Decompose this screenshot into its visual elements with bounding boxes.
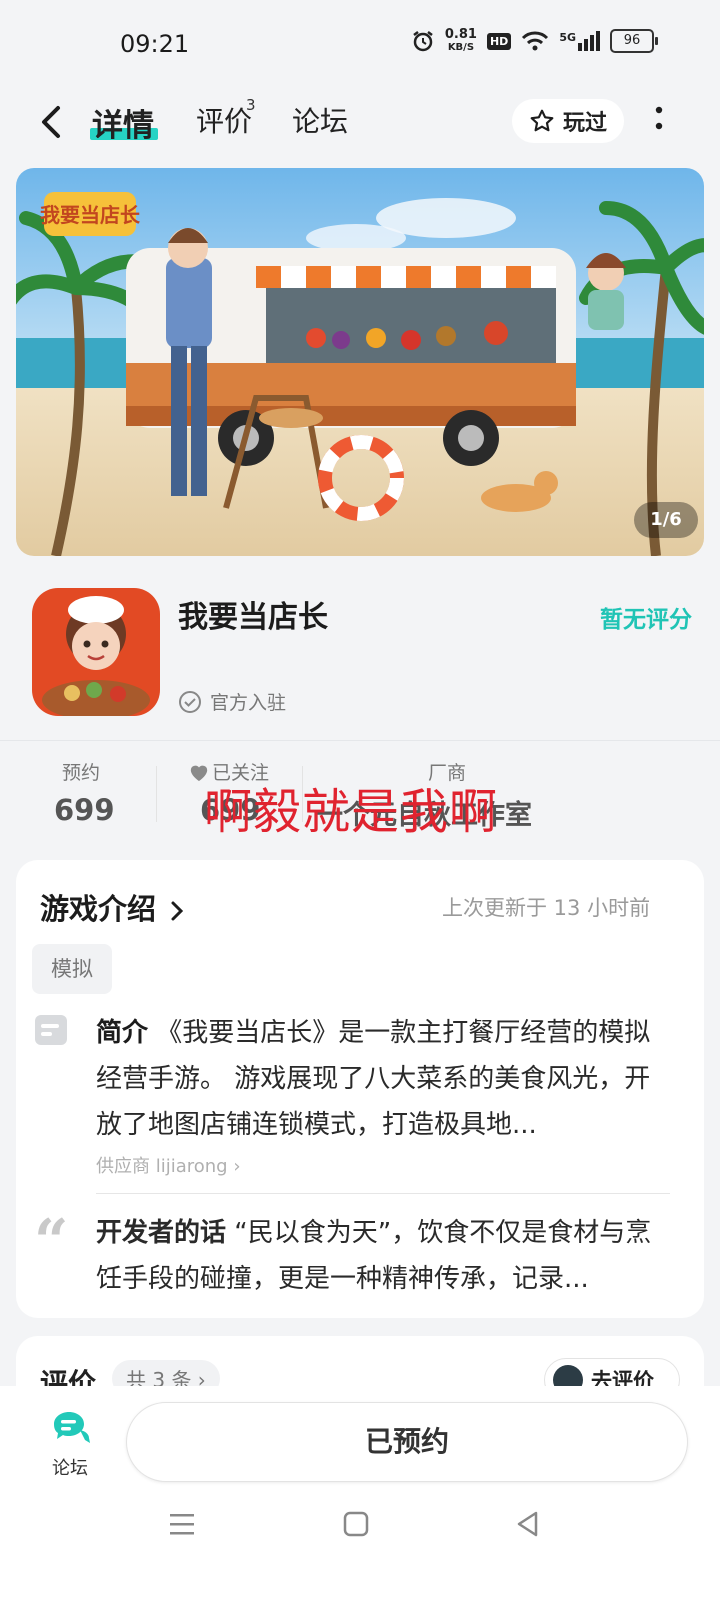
hd-badge: HD	[486, 32, 512, 50]
battery-icon: 96	[610, 29, 658, 53]
banner-logo-text: 我要当店长	[40, 203, 141, 227]
tab-review-count: 3	[246, 96, 256, 114]
banner-page-counter: 1/6	[634, 502, 698, 538]
divider	[0, 740, 720, 741]
app-icon	[32, 588, 160, 716]
menu-icon[interactable]	[168, 1512, 196, 1536]
reserve-count: 699	[54, 793, 115, 827]
status-time: 09:21	[120, 30, 190, 58]
signal-icon: 5G	[559, 31, 600, 51]
banner-illustration: 我要当店长	[16, 168, 704, 556]
chevron-right-icon	[171, 901, 184, 921]
home-icon[interactable]	[342, 1510, 370, 1538]
played-label: 玩过	[562, 111, 607, 136]
update-time: 上次更新于 13 小时前	[442, 896, 651, 920]
more-options-icon[interactable]	[654, 104, 664, 136]
star-outline-icon	[530, 109, 554, 132]
network-type: 5G	[559, 31, 576, 44]
wifi-icon	[522, 31, 549, 51]
forum-label[interactable]: 论坛	[52, 1454, 88, 1480]
status-icons: 0.81 KB/S HD 5G 96	[411, 28, 658, 54]
reserve-label: 预约	[62, 762, 101, 784]
app-score-label: 暂无评分	[600, 607, 692, 633]
developer-words[interactable]: 开发者的话 “民以食为天”，饮食不仅是食材与烹饪手段的碰撞，更是一种精神传承，记…	[96, 1210, 670, 1302]
divider	[96, 1193, 670, 1194]
speed-value: 0.81	[444, 27, 477, 42]
intro-title-text: 游戏介绍	[40, 892, 157, 926]
reserved-button[interactable]: 已预约	[126, 1402, 688, 1482]
alarm-icon	[413, 31, 433, 52]
summary-text[interactable]: 简介 《我要当店长》是一款主打餐厅经营的模拟经营手游。 游戏展现了八大菜系的美食…	[96, 1010, 670, 1148]
chevron-right-icon: ›	[233, 1156, 241, 1177]
verified-check-icon	[179, 690, 201, 713]
played-button[interactable]: 玩过	[512, 99, 624, 143]
summary-label: 简介	[96, 1018, 149, 1048]
back-arrow-icon[interactable]	[38, 104, 68, 140]
stat-separator	[156, 766, 157, 822]
tab-detail[interactable]: 详情	[92, 100, 154, 145]
tab-review[interactable]: 评价	[196, 100, 252, 140]
intro-title[interactable]: 游戏介绍	[40, 886, 186, 928]
quote-icon: “	[34, 1207, 69, 1277]
app-name: 我要当店长	[178, 600, 328, 635]
supplier-text: 供应商 lijiarong	[96, 1156, 228, 1177]
genre-tag[interactable]: 模拟	[32, 944, 112, 994]
developer-label: 开发者的话	[96, 1218, 227, 1248]
tab-forum[interactable]: 论坛	[292, 100, 348, 140]
watermark-text: 啊毅就是我啊	[204, 784, 499, 840]
summary-icon	[35, 1015, 67, 1045]
network-speed: 0.81 KB/S	[445, 28, 477, 54]
back-nav-icon[interactable]	[514, 1510, 542, 1538]
official-badge: 官方入驻	[178, 688, 286, 715]
game-banner-image[interactable]: 我要当店长	[16, 168, 704, 556]
official-label: 官方入驻	[210, 692, 287, 714]
speed-unit: KB/S	[447, 42, 475, 53]
summary-body: 《我要当店长》是一款主打餐厅经营的模拟经营手游。 游戏展现了八大菜系的美食风光，…	[96, 1018, 651, 1140]
forum-chat-icon[interactable]	[50, 1408, 92, 1444]
supplier-link[interactable]: 供应商 lijiarong ›	[96, 1152, 241, 1178]
